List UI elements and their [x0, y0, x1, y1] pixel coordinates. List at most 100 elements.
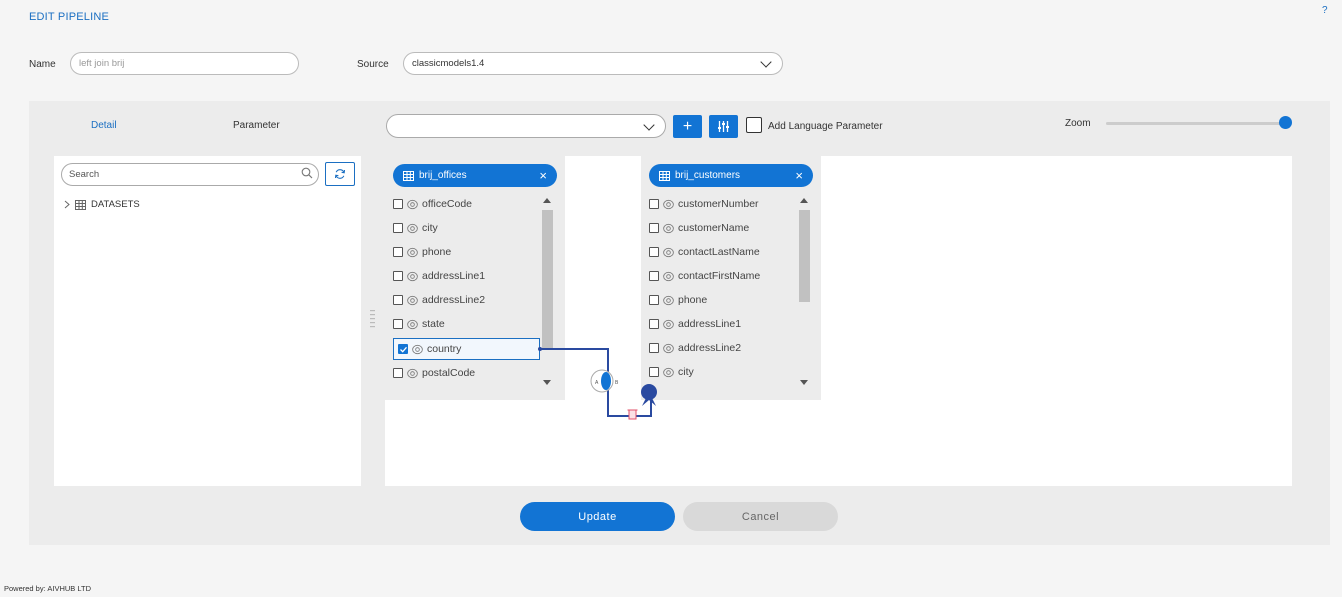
checkbox-icon[interactable]	[649, 271, 659, 281]
chevron-down-icon	[643, 119, 655, 131]
sliders-icon	[718, 121, 729, 132]
checkbox-icon[interactable]	[649, 295, 659, 305]
checkbox-icon[interactable]	[393, 368, 403, 378]
field-row[interactable]: country	[393, 338, 540, 360]
search-icon[interactable]	[301, 167, 313, 179]
eye-icon[interactable]	[407, 199, 418, 210]
eye-icon[interactable]	[663, 199, 674, 210]
field-row[interactable]: addressLine1	[393, 265, 485, 287]
tree-item-datasets[interactable]: DATASETS	[64, 199, 140, 210]
eye-icon[interactable]	[663, 271, 674, 282]
checkbox-icon[interactable]	[398, 344, 408, 354]
pin-icon[interactable]	[641, 384, 657, 406]
edit-pipeline-page: EDIT PIPELINE ? Name Source classicmodel…	[0, 0, 1342, 597]
refresh-icon	[334, 169, 346, 179]
field-label: country	[427, 343, 462, 355]
scroll-down-icon[interactable]	[800, 380, 808, 385]
eye-icon[interactable]	[407, 295, 418, 306]
field-row[interactable]: officeCode	[393, 193, 472, 215]
join-connector[interactable]: A B	[530, 340, 670, 425]
table-header[interactable]: brij_customers ×	[649, 164, 813, 187]
table-name: brij_customers	[675, 170, 741, 181]
field-row[interactable]: addressLine1	[649, 313, 741, 335]
field-label: contactLastName	[678, 246, 760, 258]
close-icon[interactable]: ×	[539, 168, 547, 183]
field-label: phone	[678, 294, 708, 306]
checkbox-icon[interactable]	[649, 199, 659, 209]
field-row[interactable]: state	[393, 313, 445, 335]
field-label: contactFirstName	[678, 270, 761, 282]
resize-handle[interactable]	[370, 308, 375, 330]
checkbox-icon[interactable]	[393, 199, 403, 209]
cancel-button[interactable]: Cancel	[683, 502, 838, 531]
table-icon	[75, 199, 86, 210]
field-row[interactable]: contactLastName	[649, 241, 760, 263]
eye-icon[interactable]	[407, 368, 418, 379]
eye-icon[interactable]	[663, 223, 674, 234]
table-icon	[659, 170, 670, 181]
zoom-slider-thumb[interactable]	[1279, 116, 1292, 129]
source-select[interactable]: classicmodels1.4	[403, 52, 783, 75]
question-icon[interactable]: ?	[1322, 5, 1328, 16]
table-icon	[403, 170, 414, 181]
field-label: state	[422, 318, 445, 330]
source-value: classicmodels1.4	[412, 58, 485, 69]
search-input[interactable]	[61, 163, 319, 186]
field-label: addressLine2	[422, 294, 486, 306]
plus-icon: +	[682, 117, 693, 135]
scroll-up-icon[interactable]	[800, 198, 808, 203]
eye-icon[interactable]	[407, 319, 418, 330]
eye-icon[interactable]	[663, 247, 674, 258]
checkbox-icon[interactable]	[393, 319, 403, 329]
field-row[interactable]: customerNumber	[649, 193, 759, 215]
update-button[interactable]: Update	[520, 502, 675, 531]
add-parameter-button[interactable]: +	[673, 115, 702, 138]
field-row[interactable]: city	[393, 217, 438, 239]
checkbox-icon[interactable]	[393, 223, 403, 233]
add-language-label: Add Language Parameter	[768, 121, 883, 132]
refresh-button[interactable]	[325, 162, 355, 186]
add-language-checkbox[interactable]	[746, 117, 762, 133]
zoom-slider-track[interactable]	[1106, 122, 1286, 125]
checkbox-icon[interactable]	[393, 247, 403, 257]
field-row[interactable]: phone	[393, 241, 451, 263]
field-row[interactable]: customerName	[649, 217, 749, 239]
tree-item-label: DATASETS	[91, 199, 140, 210]
checkbox-icon[interactable]	[393, 271, 403, 281]
field-label: phone	[422, 246, 452, 258]
name-label: Name	[29, 59, 56, 70]
join-icon[interactable]: A B	[590, 369, 619, 393]
field-row[interactable]: postalCode	[393, 362, 475, 384]
eye-icon[interactable]	[412, 344, 423, 355]
name-input[interactable]	[70, 52, 299, 75]
eye-icon[interactable]	[663, 319, 674, 330]
trash-icon[interactable]	[627, 409, 638, 420]
checkbox-icon[interactable]	[649, 319, 659, 329]
eye-icon[interactable]	[407, 247, 418, 258]
eye-icon[interactable]	[407, 223, 418, 234]
scroll-up-icon[interactable]	[543, 198, 551, 203]
field-row[interactable]: phone	[649, 289, 707, 311]
field-label: customerNumber	[678, 198, 759, 210]
tab-detail[interactable]: Detail	[91, 120, 117, 131]
chevron-down-icon	[760, 56, 772, 68]
scrollbar-thumb[interactable]	[542, 210, 553, 348]
scrollbar-thumb[interactable]	[799, 210, 810, 302]
scrollbar[interactable]	[798, 196, 810, 392]
parameter-select[interactable]	[386, 114, 666, 138]
eye-icon[interactable]	[663, 295, 674, 306]
source-label: Source	[357, 59, 389, 70]
field-row[interactable]: addressLine2	[393, 289, 485, 311]
table-header[interactable]: brij_offices ×	[393, 164, 557, 187]
field-label: addressLine1	[422, 270, 486, 282]
field-row[interactable]: contactFirstName	[649, 265, 760, 287]
join-right-letter: B	[615, 380, 619, 386]
parameter-settings-button[interactable]	[709, 115, 738, 138]
tab-parameter[interactable]: Parameter	[233, 120, 280, 131]
footer-text: Powered by: AIVHUB LTD	[4, 584, 91, 593]
checkbox-icon[interactable]	[649, 223, 659, 233]
checkbox-icon[interactable]	[393, 295, 403, 305]
eye-icon[interactable]	[407, 271, 418, 282]
checkbox-icon[interactable]	[649, 247, 659, 257]
close-icon[interactable]: ×	[795, 168, 803, 183]
